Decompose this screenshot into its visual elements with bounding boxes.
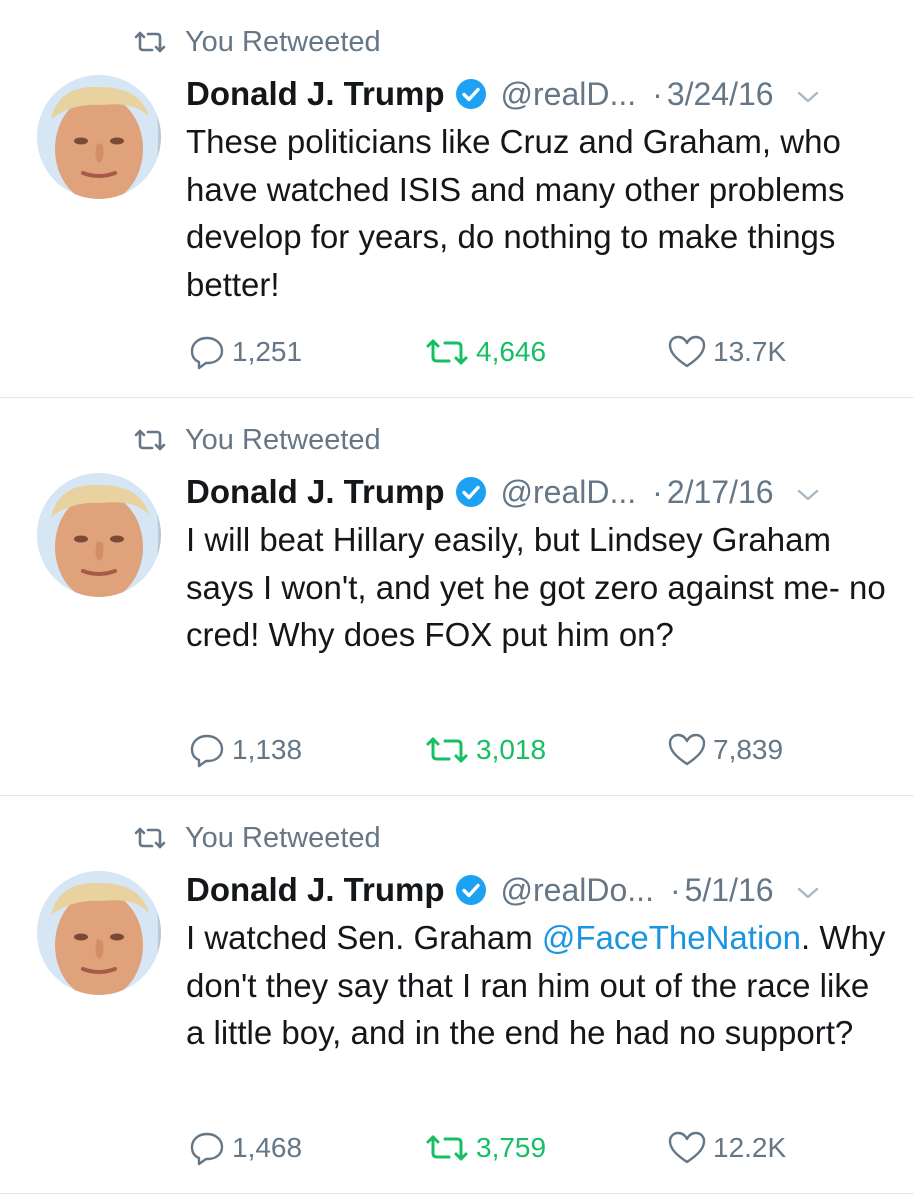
heart-icon bbox=[668, 335, 706, 368]
reply-bubble-icon bbox=[190, 336, 224, 370]
author-name[interactable]: Donald J. Trump bbox=[186, 473, 445, 511]
avatar[interactable] bbox=[37, 473, 161, 597]
tweet-text: I will beat Hillary easily, but Lindsey … bbox=[186, 516, 886, 659]
tweet-text-part: I watched Sen. Graham bbox=[186, 919, 542, 956]
tweet-card[interactable]: You Retweeted Donald J. Trump @realD... … bbox=[0, 0, 914, 398]
reply-button[interactable]: 1,138 bbox=[188, 728, 302, 772]
reply-bubble-icon bbox=[190, 734, 224, 768]
author-name[interactable]: Donald J. Trump bbox=[186, 75, 445, 113]
like-button[interactable]: 13.7K bbox=[667, 330, 786, 374]
tweet-text: I watched Sen. Graham @FaceTheNation. Wh… bbox=[186, 914, 886, 1057]
tweet-card[interactable]: You Retweeted Donald J. Trump @realDo...… bbox=[0, 796, 914, 1194]
reply-bubble-icon bbox=[190, 1132, 224, 1166]
retweet-count: 3,018 bbox=[476, 734, 547, 765]
like-button[interactable]: 7,839 bbox=[667, 728, 783, 772]
like-button[interactable]: 12.2K bbox=[667, 1126, 786, 1170]
retweet-button[interactable]: 4,646 bbox=[424, 330, 546, 374]
retweet-context: You Retweeted bbox=[133, 420, 381, 460]
retweet-icon bbox=[134, 31, 166, 53]
retweet-icon bbox=[134, 429, 166, 451]
retweet-count: 4,646 bbox=[476, 336, 547, 367]
retweet-icon bbox=[426, 737, 468, 763]
retweet-context: You Retweeted bbox=[133, 22, 381, 62]
chevron-down-icon[interactable] bbox=[796, 885, 820, 901]
author-name[interactable]: Donald J. Trump bbox=[186, 871, 445, 909]
reply-button[interactable]: 1,251 bbox=[188, 330, 302, 374]
like-count: 7,839 bbox=[713, 734, 784, 765]
separator-dot: · bbox=[669, 871, 681, 908]
tweet-header: Donald J. Trump @realDo... · 5/1/16 bbox=[186, 867, 886, 913]
verified-badge-icon bbox=[455, 79, 486, 109]
profile-photo bbox=[37, 75, 161, 199]
tweet-card[interactable]: You Retweeted Donald J. Trump @realD... … bbox=[0, 398, 914, 796]
chevron-down-icon[interactable] bbox=[796, 89, 820, 105]
verified-badge-icon bbox=[455, 875, 486, 905]
tweet-actions: 1,251 4,646 13.7K bbox=[186, 330, 886, 374]
tweet-date[interactable]: 2/17/16 bbox=[667, 474, 774, 511]
heart-icon bbox=[668, 1131, 706, 1164]
tweet-header: Donald J. Trump @realD... · 2/17/16 bbox=[186, 469, 886, 515]
retweet-count: 3,759 bbox=[476, 1132, 547, 1163]
retweet-label: You Retweeted bbox=[185, 423, 381, 456]
reply-count: 1,251 bbox=[232, 336, 303, 367]
author-handle[interactable]: @realD... bbox=[501, 474, 637, 511]
tweet-text: These politicians like Cruz and Graham, … bbox=[186, 118, 886, 308]
retweet-icon bbox=[426, 1135, 468, 1161]
heart-icon bbox=[668, 733, 706, 766]
verified-badge-icon bbox=[455, 477, 486, 507]
chevron-down-icon[interactable] bbox=[796, 487, 820, 503]
author-handle[interactable]: @realDo... bbox=[501, 872, 654, 909]
separator-dot: · bbox=[652, 75, 663, 112]
tweet-actions: 1,468 3,759 12.2K bbox=[186, 1126, 886, 1170]
tweet-date[interactable]: 3/24/16 bbox=[667, 76, 774, 113]
retweet-icon bbox=[134, 827, 166, 849]
tweet-text-part: These politicians like Cruz and Graham, … bbox=[186, 123, 845, 303]
separator-dot: · bbox=[652, 473, 663, 510]
reply-button[interactable]: 1,468 bbox=[188, 1126, 302, 1170]
reply-count: 1,138 bbox=[232, 734, 303, 765]
author-handle[interactable]: @realD... bbox=[501, 76, 637, 113]
retweet-button[interactable]: 3,018 bbox=[424, 728, 546, 772]
profile-photo bbox=[37, 473, 161, 597]
avatar[interactable] bbox=[37, 871, 161, 995]
retweet-context: You Retweeted bbox=[133, 818, 381, 858]
retweet-icon bbox=[426, 339, 468, 365]
retweet-label: You Retweeted bbox=[185, 25, 381, 58]
like-count: 13.7K bbox=[713, 336, 787, 367]
profile-photo bbox=[37, 871, 161, 995]
tweet-actions: 1,138 3,018 7,839 bbox=[186, 728, 886, 772]
tweet-text-part: I will beat Hillary easily, but Lindsey … bbox=[186, 521, 886, 653]
tweet-date[interactable]: 5/1/16 bbox=[685, 872, 774, 909]
avatar[interactable] bbox=[37, 75, 161, 199]
reply-count: 1,468 bbox=[232, 1132, 303, 1163]
tweet-header: Donald J. Trump @realD... · 3/24/16 bbox=[186, 71, 886, 117]
mention-link[interactable]: @FaceTheNation bbox=[542, 919, 801, 956]
retweet-label: You Retweeted bbox=[185, 821, 381, 854]
like-count: 12.2K bbox=[713, 1132, 787, 1163]
retweet-button[interactable]: 3,759 bbox=[424, 1126, 546, 1170]
